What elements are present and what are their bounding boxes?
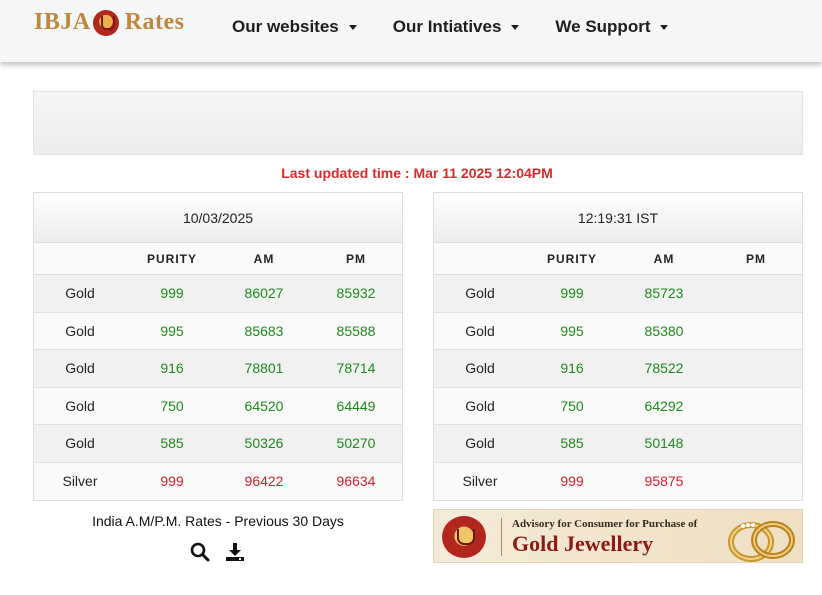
header-am: AM [653, 251, 675, 266]
table-row: Gold 585 50148 [434, 425, 802, 463]
ibja-seal-icon [92, 9, 119, 36]
brand-text-ibja: IBJA [34, 9, 91, 35]
gold-rings-icon [728, 521, 795, 562]
metal-cell: Gold [65, 360, 95, 377]
hero-banner [33, 91, 803, 155]
table-row: Gold 750 64520 64449 [34, 387, 402, 425]
nav-our-initiatives[interactable]: Our Intiatives [393, 17, 520, 37]
nav-we-support[interactable]: We Support [555, 17, 669, 37]
pm-rate-cell: 78714 [336, 360, 376, 377]
metal-cell: Gold [65, 285, 95, 302]
metal-cell: Gold [465, 435, 495, 452]
table-row: Gold 916 78522 [434, 350, 802, 388]
last-updated-time: Last updated time : Mar 11 2025 12:04PM [281, 165, 553, 181]
nav-label: We Support [555, 17, 651, 36]
advisory-gold-jewellery-banner[interactable]: Advisory for Consumer for Purchase of Go… [433, 509, 803, 563]
header-purity: PURITY [146, 251, 197, 266]
table-row: Gold 916 78801 78714 [34, 350, 402, 388]
table-row: Gold 750 64292 [434, 387, 802, 425]
search-icon[interactable] [189, 541, 211, 563]
am-rate-cell: 85723 [644, 285, 684, 302]
purity-cell: 916 [160, 360, 184, 377]
metal-cell: Gold [465, 360, 495, 377]
table-row: Silver 999 96422 96634 [34, 462, 402, 500]
caret-down-icon [511, 25, 520, 30]
table-row: Gold 999 85723 [434, 275, 802, 313]
am-rate-cell: 96422 [244, 473, 284, 490]
nav-menu: Our websites Our Intiatives We Support [232, 17, 704, 37]
table-row: Gold 585 50326 50270 [34, 425, 402, 463]
am-rate-cell: 64292 [644, 397, 684, 414]
am-rate-cell: 85683 [244, 322, 284, 339]
table-date-caption: 10/03/2025 [34, 193, 402, 243]
nav-label: Our Intiatives [392, 17, 502, 36]
purity-cell: 750 [560, 397, 584, 414]
table-row: Gold 999 86027 85932 [34, 275, 402, 313]
metal-cell: Gold [465, 397, 495, 414]
top-navbar: IBJA Rates Our websites Our Intiatives W… [0, 0, 822, 62]
table-row: Gold 995 85380 [434, 312, 802, 350]
metal-cell: Gold [65, 322, 95, 339]
advisory-line1: Advisory for Consumer for Purchase of [512, 518, 698, 530]
metal-cell: Gold [65, 397, 95, 414]
metal-cell: Gold [65, 435, 95, 452]
metal-cell: Silver [462, 473, 498, 490]
am-rate-cell: 95875 [644, 473, 684, 490]
am-rate-cell: 78801 [244, 360, 284, 377]
purity-cell: 585 [160, 435, 184, 452]
nav-our-websites[interactable]: Our websites [232, 17, 357, 37]
download-icon[interactable] [224, 541, 246, 563]
purity-cell: 999 [160, 473, 184, 490]
table-time-caption: 12:19:31 IST [434, 193, 802, 243]
advisory-line2: Gold Jewellery [512, 531, 654, 556]
table-row: Gold 995 85683 85588 [34, 312, 402, 350]
table-header-row: PURITY AM PM [34, 243, 402, 275]
previous-30-days-link[interactable]: India A.M/P.M. Rates - Previous 30 Days [33, 513, 453, 529]
purity-cell: 995 [560, 322, 584, 339]
pm-rate-cell: 85932 [336, 285, 376, 302]
purity-cell: 585 [560, 435, 584, 452]
header-am: AM [253, 251, 275, 266]
am-rate-cell: 50326 [244, 435, 284, 452]
metal-cell: Gold [465, 322, 495, 339]
table-header-row: PURITY AM PM [434, 243, 802, 275]
brand-text-rates: Rates [124, 9, 185, 35]
pm-rate-cell: 50270 [336, 435, 376, 452]
pm-rate-cell: 96634 [336, 473, 376, 490]
metal-cell: Silver [62, 473, 98, 490]
header-pm: PM [746, 251, 766, 266]
purity-cell: 999 [560, 285, 584, 302]
pm-rate-cell: 64449 [336, 397, 376, 414]
table-row: Silver 999 95875 [434, 462, 802, 500]
purity-cell: 999 [560, 473, 584, 490]
metal-cell: Gold [465, 285, 495, 302]
rates-table-today: 12:19:31 IST PURITY AM PM Gold 999 85723… [433, 192, 803, 501]
am-rate-cell: 50148 [644, 435, 684, 452]
rates-table-previous-day: 10/03/2025 PURITY AM PM Gold 999 86027 8… [33, 192, 403, 501]
nav-label: Our websites [232, 17, 339, 36]
ibja-seal-icon [442, 516, 486, 558]
pm-rate-cell: 85588 [336, 322, 376, 339]
brand-logo[interactable]: IBJA Rates [34, 9, 185, 36]
header-pm: PM [346, 251, 366, 266]
am-rate-cell: 86027 [244, 285, 284, 302]
caret-down-icon [348, 25, 357, 30]
am-rate-cell: 64520 [244, 397, 284, 414]
divider [501, 518, 502, 556]
caret-down-icon [660, 25, 669, 30]
am-rate-cell: 78522 [644, 360, 684, 377]
purity-cell: 999 [160, 285, 184, 302]
purity-cell: 750 [160, 397, 184, 414]
am-rate-cell: 85380 [644, 322, 684, 339]
purity-cell: 916 [560, 360, 584, 377]
purity-cell: 995 [160, 322, 184, 339]
header-purity: PURITY [546, 251, 597, 266]
